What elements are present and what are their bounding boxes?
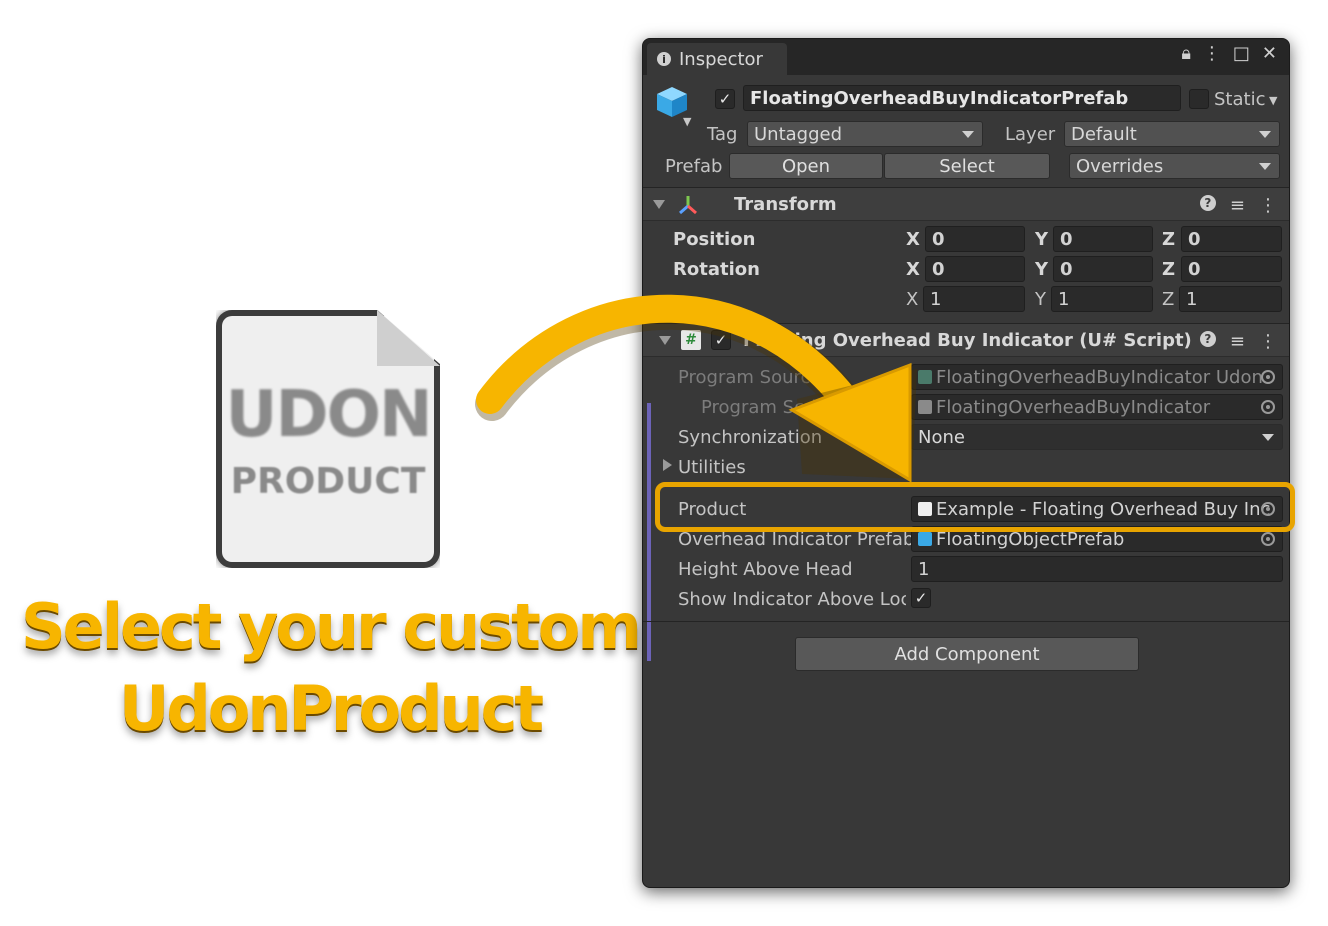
prefab-mini-icon	[918, 532, 932, 546]
height-input[interactable]: 1	[911, 556, 1283, 582]
prefab-overrides-dropdown[interactable]: Overrides	[1069, 153, 1280, 179]
position-y-label[interactable]: Y	[1035, 229, 1048, 250]
add-component-button[interactable]: Add Component	[795, 637, 1139, 671]
script-header[interactable]: # ✓ Floating Overhead Buy Indicator (U# …	[643, 323, 1289, 357]
prefab-cube-icon	[657, 87, 687, 117]
object-picker-icon[interactable]	[1261, 400, 1275, 414]
script-enabled-checkbox[interactable]: ✓	[711, 330, 731, 350]
program-source-value: FloatingOverheadBuyIndicator Udon	[936, 366, 1263, 388]
rotation-z-label[interactable]: Z	[1162, 259, 1175, 280]
show-indicator-checkbox[interactable]: ✓	[911, 588, 931, 608]
scale-z-input[interactable]: 1	[1179, 286, 1282, 312]
rotation-y-input[interactable]: 0	[1053, 256, 1153, 282]
close-icon[interactable]: ✕	[1262, 43, 1277, 64]
program-script-value: FloatingOverheadBuyIndicator	[936, 396, 1211, 418]
rotation-label: Rotation	[673, 259, 760, 280]
overrides-label: Overrides	[1076, 155, 1164, 177]
program-source-label: Program Source	[678, 367, 822, 388]
layer-label: Layer	[1005, 124, 1056, 145]
prefab-open-button[interactable]: Open	[729, 153, 883, 179]
section-divider	[643, 621, 1289, 622]
sync-dropdown[interactable]: None	[911, 424, 1283, 450]
prefab-select-button[interactable]: Select	[884, 153, 1050, 179]
object-picker-icon[interactable]	[1261, 532, 1275, 546]
program-script-field[interactable]: FloatingOverheadBuyIndicator	[911, 394, 1283, 420]
position-y-input[interactable]: 0	[1053, 226, 1153, 252]
transform-header-icons: ? ≡ ⋮	[1199, 195, 1277, 216]
script-file-icon	[918, 400, 932, 414]
tag-value: Untagged	[754, 123, 843, 145]
object-enabled-checkbox[interactable]: ✓	[715, 89, 735, 109]
tab-inspector[interactable]: i Inspector	[647, 43, 787, 75]
rotation-z-input[interactable]: 0	[1181, 256, 1282, 282]
product-highlight-box	[655, 482, 1295, 532]
tag-label: Tag	[707, 124, 738, 145]
sync-label: Synchronization	[678, 427, 823, 448]
lock-icon[interactable]: 🔒︎	[1181, 43, 1191, 64]
chevron-down-icon[interactable]: ▼	[683, 115, 691, 128]
layer-value: Default	[1071, 123, 1137, 145]
scale-y-input[interactable]: 1	[1051, 286, 1153, 312]
csharp-script-icon: #	[681, 330, 701, 350]
tab-tools: 🔒︎ ⋮ □ ✕	[1181, 43, 1277, 64]
transform-header[interactable]: Transform ? ≡ ⋮	[643, 187, 1289, 221]
asset-logo-udon: UDON	[225, 378, 432, 452]
script-foldout-icon[interactable]	[659, 336, 671, 345]
info-icon: i	[657, 52, 671, 66]
position-x-input[interactable]: 0	[925, 226, 1025, 252]
kebab-menu-icon[interactable]: ⋮	[1259, 195, 1277, 216]
show-indicator-label: Show Indicator Above Loc	[678, 589, 906, 610]
script-header-icons: ? ≡ ⋮	[1199, 331, 1277, 352]
position-z-label[interactable]: Z	[1162, 229, 1175, 250]
tag-dropdown[interactable]: Untagged	[747, 121, 983, 147]
script-title: Floating Overhead Buy Indicator (U# Scri…	[743, 330, 1192, 351]
scale-x-label[interactable]: X	[906, 289, 918, 310]
caption-line-1: Select your custom	[21, 590, 642, 663]
preset-icon[interactable]: ≡	[1230, 331, 1245, 352]
rotation-y-label[interactable]: Y	[1035, 259, 1048, 280]
utilities-foldout-icon[interactable]	[663, 459, 672, 471]
position-label: Position	[673, 229, 756, 250]
scale-x-input[interactable]: 1	[923, 286, 1025, 312]
udon-asset-icon	[918, 370, 932, 384]
transform-foldout-icon[interactable]	[653, 200, 665, 209]
object-name-input[interactable]: FloatingOverheadBuyIndicatorPrefab	[743, 85, 1181, 111]
position-x-label[interactable]: X	[906, 229, 920, 250]
static-label[interactable]: Static	[1214, 89, 1265, 110]
scale-y-label[interactable]: Y	[1035, 289, 1046, 310]
layer-dropdown[interactable]: Default	[1064, 121, 1280, 147]
static-dropdown-caret[interactable]: ▼	[1269, 94, 1277, 107]
rotation-x-label[interactable]: X	[906, 259, 920, 280]
script-accent-bar	[647, 403, 651, 661]
position-z-input[interactable]: 0	[1181, 226, 1282, 252]
program-script-label: Program Script	[701, 397, 835, 418]
maximize-icon[interactable]: □	[1233, 43, 1250, 64]
object-picker-icon[interactable]	[1261, 370, 1275, 384]
inspector-tabbar: i Inspector 🔒︎ ⋮ □ ✕	[643, 39, 1289, 75]
kebab-menu-icon[interactable]: ⋮	[1259, 331, 1277, 352]
prefab-label: Prefab	[665, 156, 723, 177]
kebab-menu-icon[interactable]: ⋮	[1203, 43, 1221, 64]
help-icon[interactable]: ?	[1199, 195, 1216, 211]
rotation-x-input[interactable]: 0	[925, 256, 1025, 282]
caption-line-2: UdonProduct	[119, 672, 544, 745]
transform-icon	[679, 196, 697, 215]
program-source-field[interactable]: FloatingOverheadBuyIndicator Udon	[911, 364, 1283, 390]
scale-z-label[interactable]: Z	[1162, 289, 1174, 310]
inspector-window: i Inspector 🔒︎ ⋮ □ ✕ ▼ ✓ FloatingOverhea…	[642, 38, 1290, 888]
tab-inspector-label: Inspector	[679, 48, 763, 70]
asset-logo-product: PRODUCT	[230, 461, 426, 502]
transform-title: Transform	[734, 194, 837, 215]
utilities-label[interactable]: Utilities	[678, 457, 746, 478]
sync-value: None	[918, 426, 965, 448]
help-icon[interactable]: ?	[1199, 331, 1216, 347]
height-label: Height Above Head	[678, 559, 853, 580]
overhead-prefab-label: Overhead Indicator Prefab	[678, 529, 915, 550]
static-checkbox[interactable]	[1189, 89, 1209, 109]
preset-icon[interactable]: ≡	[1230, 195, 1245, 216]
